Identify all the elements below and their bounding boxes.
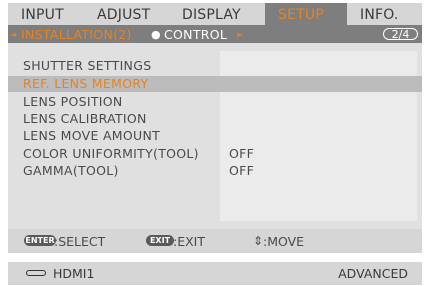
menu-item-lens-position[interactable]: LENS POSITION bbox=[8, 94, 422, 110]
menu-item-label: SHUTTER SETTINGS bbox=[23, 58, 152, 73]
tab-input[interactable]: INPUT bbox=[8, 3, 84, 26]
menu-item-label: GAMMA(TOOL) bbox=[23, 163, 119, 178]
tab-info[interactable]: INFO. bbox=[347, 3, 422, 26]
menu-item-label: LENS CALIBRATION bbox=[23, 111, 147, 126]
menu-item-ref-lens-memory[interactable]: REF. LENS MEMORY bbox=[8, 76, 422, 92]
menu-item-value: OFF bbox=[229, 163, 255, 178]
menu-tab-bar: INPUT ADJUST DISPLAY SETUP INFO. bbox=[8, 3, 422, 26]
exit-hint: :EXIT bbox=[173, 234, 205, 249]
menu-panel: SHUTTER SETTINGS REF. LENS MEMORY LENS P… bbox=[8, 43, 422, 229]
page-indicator: 2/4 bbox=[383, 28, 418, 40]
menu-item-gamma-tool[interactable]: GAMMA(TOOL) OFF bbox=[8, 163, 422, 179]
tab-display[interactable]: DISPLAY bbox=[169, 3, 265, 26]
tab-adjust[interactable]: ADJUST bbox=[84, 3, 169, 26]
input-source-label: HDMI1 bbox=[53, 266, 95, 281]
projector-osd-menu: INPUT ADJUST DISPLAY SETUP INFO. ◄ INSTA… bbox=[0, 0, 431, 285]
select-hint: :SELECT bbox=[54, 234, 106, 249]
menu-item-label: COLOR UNIFORMITY(TOOL) bbox=[23, 146, 199, 161]
tab-setup[interactable]: SETUP bbox=[265, 3, 347, 26]
submenu-breadcrumb-bar: ◄ INSTALLATION(2) ● CONTROL ► 2/4 bbox=[8, 25, 422, 43]
menu-item-label: LENS POSITION bbox=[23, 94, 123, 109]
status-bar: HDMI1 ADVANCED bbox=[8, 262, 422, 285]
menu-item-value: OFF bbox=[229, 146, 255, 161]
menu-item-lens-move-amount[interactable]: LENS MOVE AMOUNT bbox=[8, 128, 422, 144]
menu-item-shutter-settings[interactable]: SHUTTER SETTINGS bbox=[8, 58, 422, 74]
exit-key-icon: EXIT bbox=[146, 235, 174, 246]
menu-item-lens-calibration[interactable]: LENS CALIBRATION bbox=[8, 111, 422, 127]
hdmi-connector-icon bbox=[26, 270, 46, 276]
left-arrow-icon[interactable]: ◄ bbox=[10, 25, 16, 43]
separator-dot-icon: ● bbox=[151, 28, 161, 41]
submenu-current[interactable]: INSTALLATION(2) bbox=[21, 25, 132, 43]
move-hint: :MOVE bbox=[263, 234, 305, 249]
menu-item-label: REF. LENS MEMORY bbox=[23, 76, 149, 91]
up-down-arrow-icon: ⇕ bbox=[253, 234, 264, 248]
menu-item-label: LENS MOVE AMOUNT bbox=[23, 128, 161, 143]
menu-mode-label: ADVANCED bbox=[338, 266, 408, 281]
key-guide-bar: ENTER :SELECT EXIT :EXIT ⇕ :MOVE bbox=[8, 229, 422, 253]
right-arrow-icon[interactable]: ► bbox=[237, 25, 243, 43]
submenu-next[interactable]: CONTROL bbox=[164, 25, 227, 43]
menu-item-color-uniformity-tool[interactable]: COLOR UNIFORMITY(TOOL) OFF bbox=[8, 146, 422, 162]
enter-key-icon: ENTER bbox=[24, 235, 56, 246]
